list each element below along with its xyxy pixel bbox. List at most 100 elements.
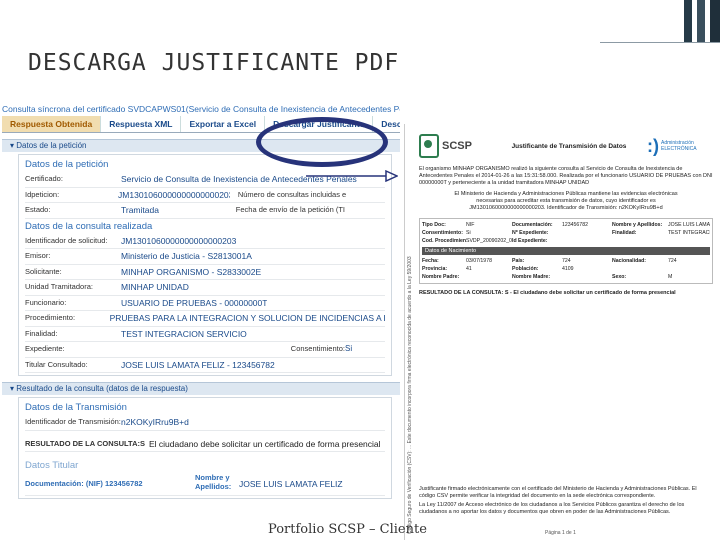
- resultado-panel: Datos de la Transmisión Identificador de…: [18, 397, 392, 499]
- doc-field-label: País:: [512, 258, 525, 264]
- titular-name-label: Nombre y Apellidos:: [195, 473, 232, 491]
- doc-field-value: 123456782: [562, 222, 588, 228]
- field-value: JM1301060000000000000203: [118, 189, 230, 200]
- doc-field-label: Tipo Doc:: [422, 222, 446, 228]
- doc-field-label: Finalidad:: [612, 230, 637, 236]
- field-label: Titular Consultado:: [25, 359, 88, 369]
- field-row: Idpeticion: JM1301060000000000000203 Númer…: [25, 188, 385, 203]
- peticion-panel: Datos de la petición Certificado: Servici…: [18, 154, 392, 376]
- doc-field-value: JOSE LUIS LAMATA FELIZ: [668, 222, 710, 228]
- field-label: Unidad Tramitadora:: [25, 282, 93, 291]
- field-value: n2KOKyIRru9B+d: [121, 417, 189, 427]
- field-label: Procedimiento:: [25, 313, 76, 322]
- field-row: Expediente: Consentimiento: Si: [25, 342, 385, 358]
- highlight-oval: [256, 117, 388, 167]
- resultado-value: El ciudadano debe solicitar un certifica…: [149, 438, 381, 449]
- field-label: Funcionario:: [25, 297, 67, 307]
- doc-field-label: Nombre y Apellidos:: [612, 222, 663, 228]
- doc-field-label: Cod. Procedimiento:: [422, 238, 466, 244]
- field-label: Emisor:: [25, 251, 51, 260]
- field-row: Finalidad: TEST INTEGRACION SERVICIO: [25, 327, 385, 342]
- field-label: Consentimiento:: [290, 344, 345, 353]
- doc-field-value: M: [668, 274, 673, 280]
- field-value: PRUEBAS PARA LA INTEGRACION Y SOLUCION D…: [109, 313, 385, 323]
- page-label: Página 1 de 1: [545, 530, 576, 536]
- field-label: Solicitante:: [25, 266, 62, 276]
- field-row: Estado: Tramitada Fecha de envío de la pet…: [25, 203, 385, 219]
- titular-title: Datos Titular: [25, 460, 79, 471]
- section-resultado[interactable]: ▾ Resultado de la consulta (datos de la …: [2, 382, 400, 395]
- doc-grid-row: Cod. Procedimiento:SVDP_20090202_00000Id…: [422, 237, 710, 245]
- doc-field-label: [612, 237, 668, 245]
- doc-field-value: [466, 273, 512, 281]
- doc-field-value: 724: [562, 258, 571, 264]
- field-label: Fecha de envío de la petición (TI: [235, 205, 345, 214]
- doc-grid-row: Fecha: 03/07/1978 País: 724 Nacionalidad: 724: [422, 257, 710, 265]
- doc-result: RESULTADO DE LA CONSULTA: S - El ciudada…: [419, 290, 676, 296]
- doc-grid-row: Nombre Padre: Nombre Madre: Sexo: M: [422, 273, 710, 281]
- doc-grid-row: Provincia: 41 Población: 4109: [422, 265, 710, 273]
- doc-field-label: Fecha:: [422, 258, 439, 264]
- field-row: Titular Consultado: JOSE LUIS LAMATA FELI…: [25, 358, 385, 373]
- doc-field-value: 41: [466, 266, 472, 272]
- doc-field-value: 4109: [562, 266, 574, 272]
- transmision-title: Datos de la Transmisión: [25, 402, 127, 413]
- doc-grid-row: Tipo Doc: NIF Documentación: 123456782 Nombr…: [422, 221, 710, 229]
- deco-line: [600, 42, 720, 43]
- tab-exportar-excel[interactable]: Exportar a Excel: [181, 116, 266, 132]
- doc-field-value: Si: [466, 230, 471, 236]
- field-label: Identificador de Transmisión:: [25, 417, 121, 426]
- slide-footer: Portfolio SCSP – Cliente: [268, 522, 427, 537]
- doc-header: SCSP Justificante de Transmisión de Dato…: [419, 128, 713, 164]
- field-value: [345, 203, 385, 218]
- consulta-title: Datos de la consulta realizada: [25, 220, 153, 232]
- app-heading: Consulta síncrona del certificado SVDCAP…: [2, 104, 400, 114]
- doc-field-value: [668, 237, 710, 245]
- field-value: USUARIO DE PRUEBAS - 00000000T: [121, 297, 268, 308]
- doc-vertical-text: Código Seguro de Verificación (CSV): ...…: [407, 256, 413, 534]
- doc-field-label: Nº Expediente:: [512, 230, 549, 236]
- field-value: MINHAP UNIDAD: [121, 282, 189, 292]
- field-row: Identificador de Transmisión: n2KOKyIRru9…: [25, 415, 385, 431]
- scsp-logo: SCSP: [419, 134, 491, 158]
- doc-field-label: Población:: [512, 266, 539, 272]
- field-row: Unidad Tramitadora: MINHAP UNIDAD: [25, 280, 385, 296]
- field-label: Certificado:: [25, 174, 63, 183]
- pointer-arrow: [306, 170, 398, 182]
- doc-field-label: Nombre Padre:: [422, 274, 460, 280]
- doc-field-value: 724: [668, 258, 677, 264]
- field-row: Procedimiento: PRUEBAS PARA LA INTEGRACIO…: [25, 311, 385, 327]
- field-value: TEST INTEGRACION SERVICIO: [121, 328, 247, 339]
- doc-footer: Justificante firmado electrónicamente co…: [419, 484, 709, 518]
- field-label: Expediente:: [25, 344, 65, 353]
- tab-respuesta-obtenida[interactable]: Respuesta Obtenida: [2, 116, 102, 132]
- slide-title: DESCARGA JUSTIFICANTE PDF: [28, 50, 400, 76]
- doc-title: Justificante de Transmisión de Datos: [511, 142, 627, 150]
- doc-field-label: Documentación:: [512, 222, 553, 228]
- doc-field-label: Nombre Madre:: [512, 274, 551, 280]
- deco-bar: [710, 0, 720, 42]
- scsp-logo-icon: [419, 134, 439, 158]
- doc-intro: El organismo MINHAP ORGANISMO realizó la…: [419, 166, 713, 186]
- doc-field-value: [562, 273, 612, 281]
- doc-field-label: Sexo:: [612, 274, 627, 280]
- doc-footer-para2: La Ley 11/2007 de Acceso electrónico de …: [419, 502, 685, 515]
- field-value: [346, 188, 385, 203]
- doc-field-value: 03/07/1978: [466, 258, 492, 264]
- tab-respuesta-xml[interactable]: Respuesta XML: [101, 116, 182, 132]
- field-row: Solicitante: MINHAP ORGANISMO - S2833002E: [25, 265, 385, 280]
- doc-field-value: [668, 265, 710, 273]
- field-value: Tramitada: [121, 205, 159, 215]
- doc-field-label: Id Expediente:: [512, 238, 548, 244]
- doc-field-value: [562, 237, 612, 245]
- admin-logo-icon: :): [647, 135, 659, 156]
- doc-field-value: NIF: [466, 222, 475, 228]
- field-label: Número de consultas incluidas e: [237, 189, 347, 199]
- field-row: Funcionario: USUARIO DE PRUEBAS - 0000000…: [25, 296, 385, 311]
- field-value: Ministerio de Justicia - S2813001A: [121, 251, 252, 261]
- admin-logo-text: Administración ELECTRÓNICA: [661, 140, 697, 152]
- field-row: Emisor: Ministerio de Justicia - S2813001…: [25, 249, 385, 265]
- scsp-logo-text: SCSP: [442, 140, 472, 152]
- doc-data-box: Tipo Doc: NIF Documentación: 123456782 Nombr…: [419, 218, 713, 284]
- nacimiento-bar: Datos de Nacimiento: [422, 247, 710, 255]
